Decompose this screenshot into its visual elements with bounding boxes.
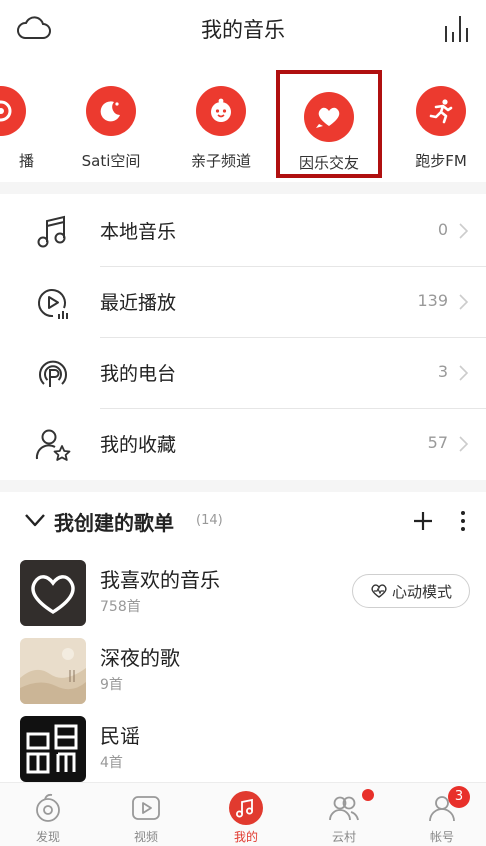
heartbeat-mode-button[interactable]: 心动模式 bbox=[352, 574, 470, 608]
shortcut-kids-channel[interactable]: 亲子频道 bbox=[166, 64, 276, 180]
tab-label: 发现 bbox=[35, 830, 60, 844]
menu-label: 本地音乐 bbox=[100, 221, 177, 243]
moon-icon bbox=[86, 86, 136, 136]
menu-item-recent-play[interactable]: 最近播放 139 bbox=[0, 267, 486, 338]
menu-label: 最近播放 bbox=[100, 292, 177, 314]
menu-item-local-music[interactable]: 本地音乐 0 bbox=[0, 196, 486, 267]
playlist-name: 深夜的歌 bbox=[100, 646, 180, 670]
heartbeat-mode-label: 心动模式 bbox=[391, 582, 452, 601]
playlist-name: 民谣 bbox=[100, 724, 140, 748]
my-music-menu: 本地音乐 0 最近播放 139 我的电台 3 我的收藏 57 bbox=[0, 196, 486, 480]
menu-count: 57 bbox=[427, 433, 448, 452]
radio-station-icon bbox=[39, 360, 67, 387]
radio-icon bbox=[0, 86, 26, 136]
notification-dot bbox=[362, 789, 374, 801]
chevron-down-icon[interactable] bbox=[24, 512, 46, 528]
tab-label: 帐号 bbox=[429, 830, 454, 844]
heart-chat-icon bbox=[304, 92, 354, 142]
menu-item-my-favorites[interactable]: 我的收藏 57 bbox=[0, 409, 486, 480]
chevron-right-icon bbox=[459, 223, 469, 239]
playlist-cover bbox=[20, 716, 86, 782]
section-divider bbox=[0, 182, 486, 194]
page-title: 我的音乐 bbox=[201, 18, 285, 42]
shortcut-label: 跑步FM bbox=[415, 152, 467, 170]
shortcut-music-dating[interactable]: 因乐交友 bbox=[276, 70, 382, 178]
tab-video[interactable]: 视频 bbox=[106, 783, 186, 846]
tab-my-music[interactable]: 我的 bbox=[206, 783, 286, 846]
section-count: (14) bbox=[196, 513, 223, 528]
playlist-track-count: 758首 bbox=[100, 599, 141, 615]
recent-play-icon bbox=[38, 289, 68, 319]
section-divider bbox=[0, 480, 486, 492]
bottom-tab-bar: 发现 视频 我的 云村 3 帐号 bbox=[0, 782, 486, 846]
shortcut-sati-space[interactable]: Sati空间 bbox=[56, 64, 166, 180]
shortcut-label: 亲子频道 bbox=[190, 152, 251, 170]
section-title: 我创建的歌单 bbox=[54, 511, 174, 535]
tab-label: 云村 bbox=[331, 830, 356, 844]
tab-label: 视频 bbox=[133, 830, 158, 844]
music-note-icon bbox=[37, 215, 66, 248]
created-playlists-header[interactable]: 我创建的歌单 (14) bbox=[0, 496, 486, 546]
playlist-item-liked[interactable]: 我喜欢的音乐 758首 心动模式 bbox=[0, 556, 486, 626]
equalizer-icon[interactable] bbox=[442, 14, 472, 44]
shortcut-label: 播 bbox=[18, 152, 34, 170]
playlist-track-count: 9首 bbox=[100, 677, 123, 693]
header-bar: 我的音乐 bbox=[0, 0, 486, 60]
chevron-right-icon bbox=[459, 365, 469, 381]
shortcut-radio[interactable]: 播 bbox=[0, 64, 56, 180]
shortcut-row: 播 Sati空间 亲子频道 因乐交友 跑步FM bbox=[0, 64, 486, 180]
menu-label: 我的电台 bbox=[100, 363, 177, 385]
shortcut-label: Sati空间 bbox=[81, 152, 141, 170]
shortcut-label: 因乐交友 bbox=[298, 154, 359, 172]
menu-label: 我的收藏 bbox=[100, 434, 177, 456]
menu-item-my-radio[interactable]: 我的电台 3 bbox=[0, 338, 486, 409]
my-music-icon bbox=[229, 791, 263, 825]
playlist-name: 我喜欢的音乐 bbox=[100, 568, 220, 592]
playlist-track-count: 4首 bbox=[100, 755, 123, 771]
notification-badge: 3 bbox=[448, 786, 470, 808]
menu-count: 3 bbox=[437, 362, 448, 381]
heart-pulse-icon bbox=[371, 584, 387, 598]
discover-icon bbox=[36, 793, 60, 822]
menu-count: 139 bbox=[417, 291, 448, 310]
playlist-item-late-night[interactable]: 深夜的歌 9首 bbox=[0, 634, 486, 704]
chevron-right-icon bbox=[459, 294, 469, 310]
plus-icon[interactable] bbox=[412, 510, 434, 532]
tab-account[interactable]: 3 帐号 bbox=[402, 783, 482, 846]
menu-count: 0 bbox=[437, 220, 448, 239]
shortcut-running-fm[interactable]: 跑步FM bbox=[386, 64, 486, 180]
playlist-item-folk[interactable]: 民谣 4首 bbox=[0, 712, 486, 782]
baby-face-icon bbox=[196, 86, 246, 136]
more-vertical-icon[interactable] bbox=[458, 509, 468, 533]
running-icon bbox=[416, 86, 466, 136]
friends-icon bbox=[329, 796, 359, 821]
tab-label: 我的 bbox=[233, 830, 258, 844]
user-star-icon bbox=[35, 429, 71, 461]
video-icon bbox=[132, 796, 160, 820]
chevron-right-icon bbox=[459, 436, 469, 452]
playlist-cover bbox=[20, 560, 86, 626]
tab-cloud-village[interactable]: 云村 bbox=[304, 783, 384, 846]
playlist-cover bbox=[20, 638, 86, 704]
tab-discover[interactable]: 发现 bbox=[8, 783, 88, 846]
